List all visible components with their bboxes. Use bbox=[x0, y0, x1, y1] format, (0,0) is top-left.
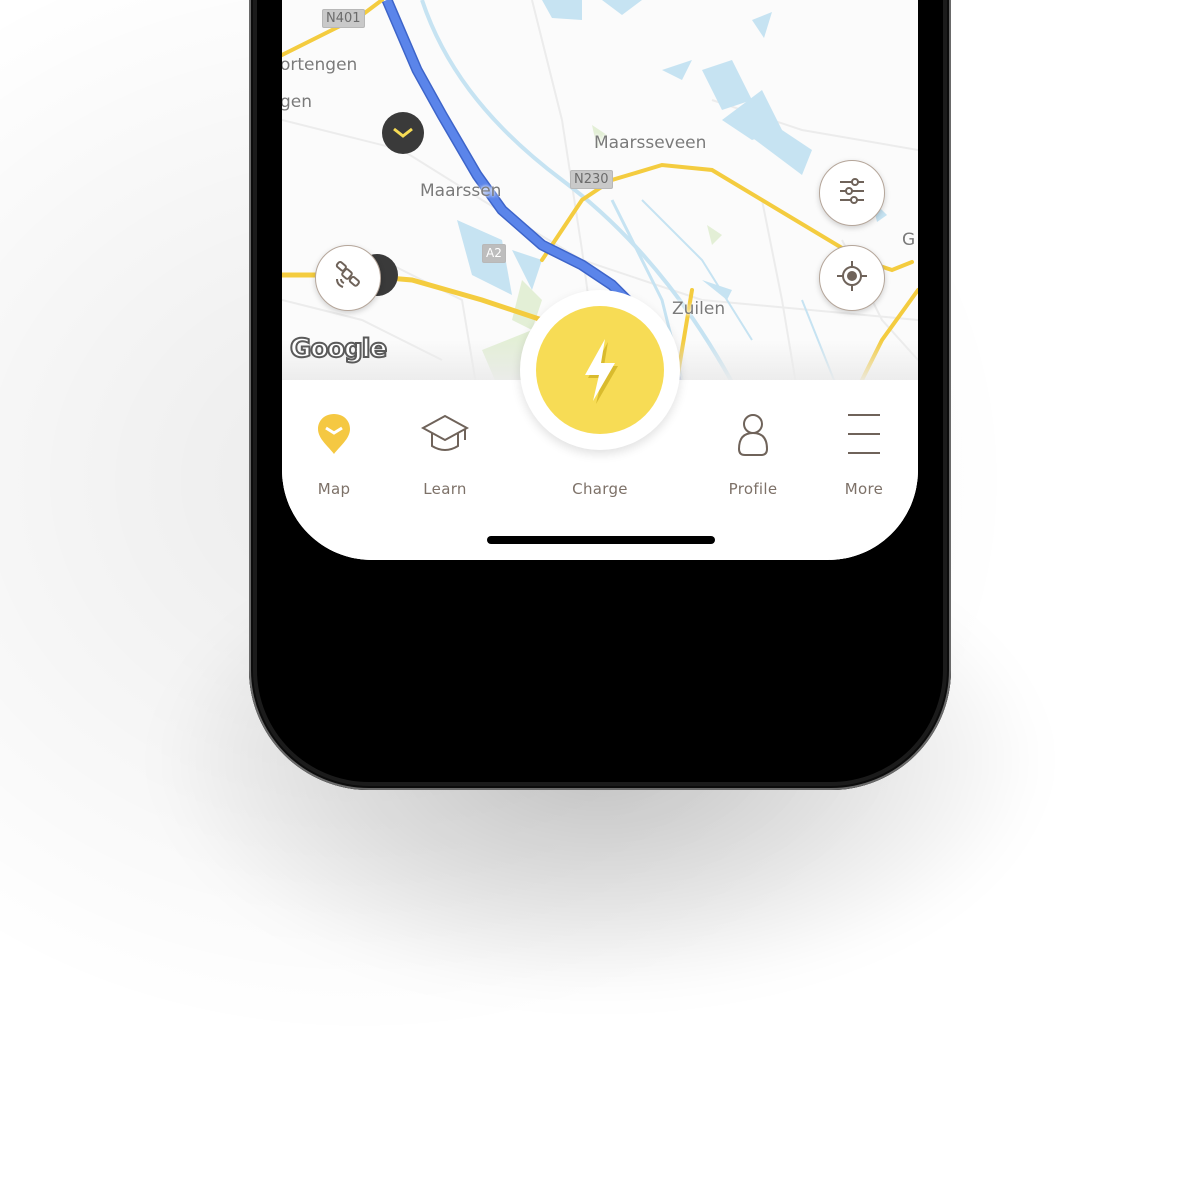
home-indicator[interactable] bbox=[487, 536, 715, 544]
menu-icon bbox=[848, 414, 880, 454]
locate-me-button[interactable] bbox=[819, 245, 885, 311]
road-shield-n230: N230 bbox=[570, 170, 613, 189]
graduation-cap-icon bbox=[421, 414, 469, 451]
map-label-maarssen: Maarssen bbox=[420, 181, 502, 201]
road-shield-a2: A2 bbox=[482, 244, 506, 263]
bottom-tab-bar: Map Learn Charge Profile More bbox=[282, 290, 918, 560]
tab-label-map: Map bbox=[317, 480, 351, 498]
tab-label-profile: Profile bbox=[728, 480, 778, 498]
tab-more[interactable]: More bbox=[819, 408, 909, 498]
person-icon bbox=[737, 414, 769, 456]
charger-marker-top[interactable] bbox=[382, 112, 424, 154]
map-pin-icon bbox=[318, 414, 350, 454]
app-screen: ortengen gen Maarssen Maarsseveen Zuilen… bbox=[282, 0, 918, 560]
tab-label-learn: Learn bbox=[423, 480, 467, 498]
map-label-zuilen: Zuilen bbox=[672, 299, 726, 319]
map-label-gen: gen bbox=[282, 92, 313, 112]
satellite-icon bbox=[331, 259, 365, 297]
sliders-icon bbox=[837, 176, 867, 210]
tab-label-more: More bbox=[844, 480, 884, 498]
chevron-down-icon bbox=[393, 127, 413, 138]
crosshair-icon bbox=[835, 259, 869, 297]
tab-map[interactable]: Map bbox=[289, 408, 379, 498]
filter-button[interactable] bbox=[819, 160, 885, 226]
map-label-maarsseveen: Maarsseveen bbox=[594, 133, 707, 153]
map-label-g: G bbox=[902, 230, 916, 250]
google-logo: Google bbox=[289, 333, 388, 365]
lightning-bolt-icon bbox=[585, 339, 618, 404]
tab-label-charge[interactable]: Charge bbox=[540, 480, 660, 498]
map-label-oortengen: ortengen bbox=[282, 55, 358, 75]
satellite-toggle-button[interactable] bbox=[315, 245, 381, 311]
charge-button[interactable] bbox=[520, 290, 680, 450]
tab-profile[interactable]: Profile bbox=[708, 408, 798, 498]
charge-button-inner bbox=[536, 306, 664, 434]
road-shield-n401: N401 bbox=[322, 9, 365, 28]
tab-learn[interactable]: Learn bbox=[400, 408, 490, 498]
phone-frame: ortengen gen Maarssen Maarsseveen Zuilen… bbox=[249, 0, 951, 790]
